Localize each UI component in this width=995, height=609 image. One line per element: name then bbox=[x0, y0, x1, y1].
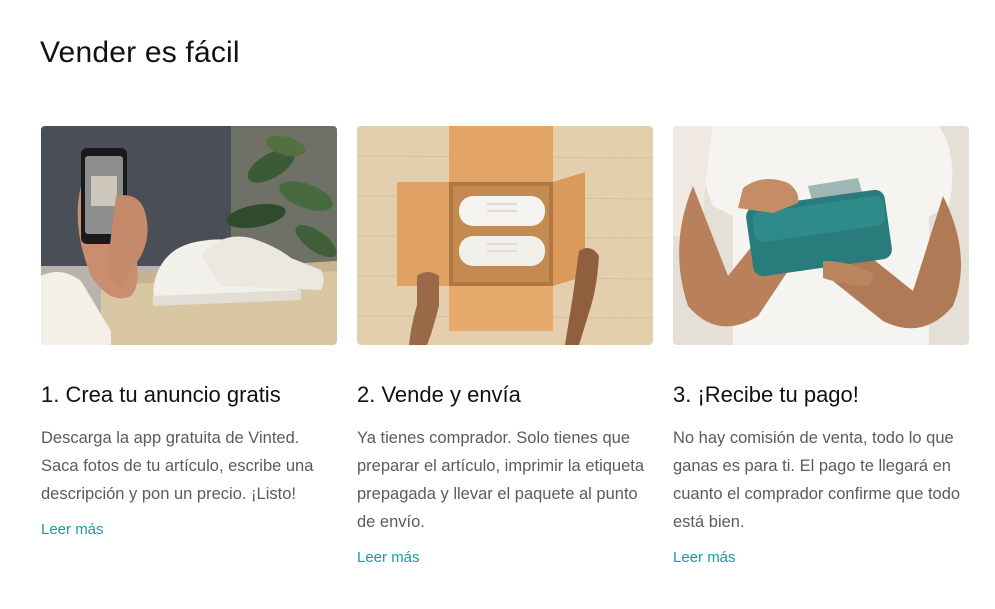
step-description: Ya tienes comprador. Solo tienes que pre… bbox=[357, 429, 645, 531]
step-card-sell-and-ship: 2. Vende y envía Ya tienes comprador. So… bbox=[357, 126, 653, 567]
read-more-link[interactable]: Leer más bbox=[673, 549, 969, 567]
step-title: 2. Vende y envía bbox=[357, 382, 521, 407]
step-description: Descarga la app gratuita de Vinted. Saca… bbox=[41, 429, 314, 503]
photographing-sneakers-image bbox=[41, 126, 337, 345]
step-card-create-listing: 1. Crea tu anuncio gratis Descarga la ap… bbox=[41, 126, 337, 567]
step-card-get-paid: 3. ¡Recibe tu pago! No hay comisión de v… bbox=[673, 126, 969, 567]
packing-box-image bbox=[357, 126, 653, 345]
read-more-link[interactable]: Leer más bbox=[41, 521, 337, 539]
wallet-payment-image bbox=[673, 126, 969, 345]
step-title: 3. ¡Recibe tu pago! bbox=[673, 382, 859, 407]
read-more-link[interactable]: Leer más bbox=[357, 549, 653, 567]
steps-cards: 1. Crea tu anuncio gratis Descarga la ap… bbox=[41, 126, 969, 567]
step-description: No hay comisión de venta, todo lo que ga… bbox=[673, 429, 961, 531]
step-title: 1. Crea tu anuncio gratis bbox=[41, 382, 281, 407]
section-title: Vender es fácil bbox=[40, 36, 240, 69]
